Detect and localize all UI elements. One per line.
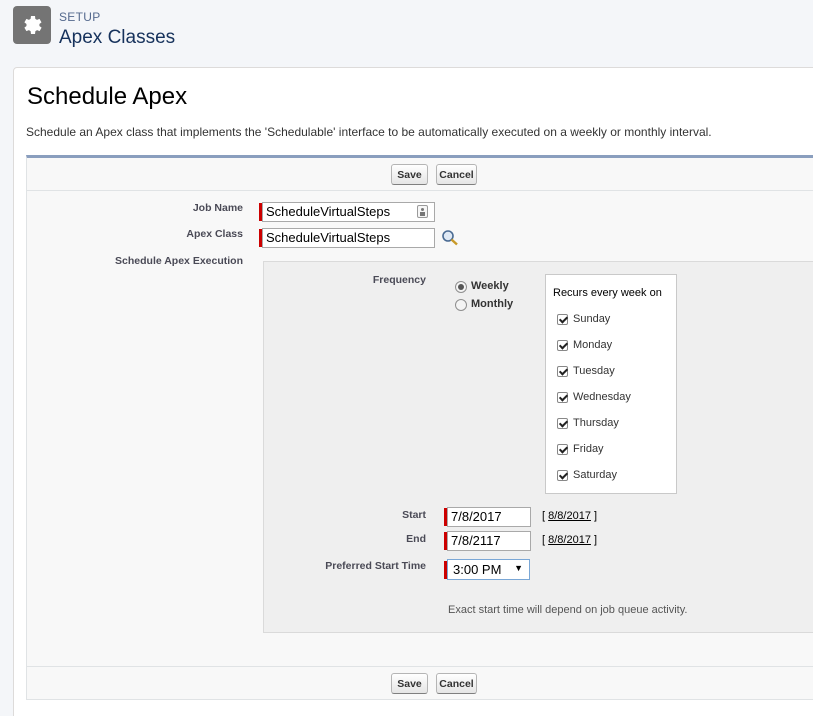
apex-class-input[interactable]: ScheduleVirtualSteps [262,228,435,248]
tuesday-checkbox[interactable] [557,366,568,377]
start-label: Start [402,509,426,521]
save-button-bottom[interactable]: Save [391,673,428,694]
lookup-icon[interactable] [441,229,459,246]
recurs-weekday-box [545,274,677,494]
header-title: Apex Classes [59,27,176,48]
sunday-label: Sunday [573,313,611,325]
tuesday-label: Tuesday [573,365,615,377]
weekly-radio[interactable] [455,281,467,293]
dropdown-arrow-icon: ▼ [514,563,523,573]
setup-label: SETUP [59,10,101,24]
queue-note: Exact start time will depend on job queu… [448,604,688,616]
saturday-label: Saturday [573,469,618,481]
friday-checkbox[interactable] [557,444,568,455]
start-time-value: 3:00 PM [453,562,502,577]
weekly-radio-label: Weekly [471,280,509,292]
cancel-button-top[interactable]: Cancel [436,164,477,185]
sunday-checkbox[interactable] [557,314,568,325]
preferred-start-time-select[interactable]: 3:00 PM ▼ [447,559,530,580]
start-date-link[interactable]: 8/8/2017 [548,510,591,522]
end-date-link-wrapper: [ 8/8/2017 ] [542,534,597,546]
page-description: Schedule an Apex class that implements t… [26,125,712,139]
apex-class-value: ScheduleVirtualSteps [266,230,391,245]
end-date-input[interactable]: 7/8/2117 [447,531,531,551]
thursday-checkbox[interactable] [557,418,568,429]
save-button-top[interactable]: Save [391,164,428,185]
end-date-value: 7/8/2117 [451,533,501,548]
page-title: Schedule Apex [27,83,188,110]
wednesday-checkbox[interactable] [557,392,568,403]
start-date-value: 7/8/2017 [451,509,502,524]
end-date-link[interactable]: 8/8/2017 [548,534,591,546]
end-label: End [406,533,426,545]
frequency-label: Frequency [372,274,426,286]
end-link-open: [ [542,534,546,546]
job-name-label: Job Name [192,202,243,214]
monday-checkbox[interactable] [557,340,568,351]
schedule-panel [263,261,813,633]
gear-icon [13,6,51,44]
monthly-radio-label: Monthly [471,298,514,310]
monthly-radio[interactable] [455,299,467,311]
start-link-open: [ [542,510,546,522]
job-name-value: ScheduleVirtualSteps [266,204,391,219]
friday-label: Friday [573,443,604,455]
recurs-label: Recurs every week on [553,287,662,299]
cancel-button-bottom[interactable]: Cancel [436,673,477,694]
saturday-checkbox[interactable] [557,470,568,481]
start-date-link-wrapper: [ 8/8/2017 ] [542,510,597,522]
end-link-close: ] [594,534,598,546]
job-name-input[interactable]: ScheduleVirtualSteps [262,202,435,222]
preferred-start-time-label: Preferred Start Time [325,560,426,572]
start-date-input[interactable]: 7/8/2017 [447,507,531,527]
apex-class-label: Apex Class [186,228,243,240]
contact-card-icon[interactable] [417,205,428,218]
start-link-close: ] [594,510,598,522]
schedule-execution-label: Schedule Apex Execution [115,255,243,267]
thursday-label: Thursday [573,417,619,429]
wednesday-label: Wednesday [573,391,631,403]
monday-label: Monday [573,339,613,351]
